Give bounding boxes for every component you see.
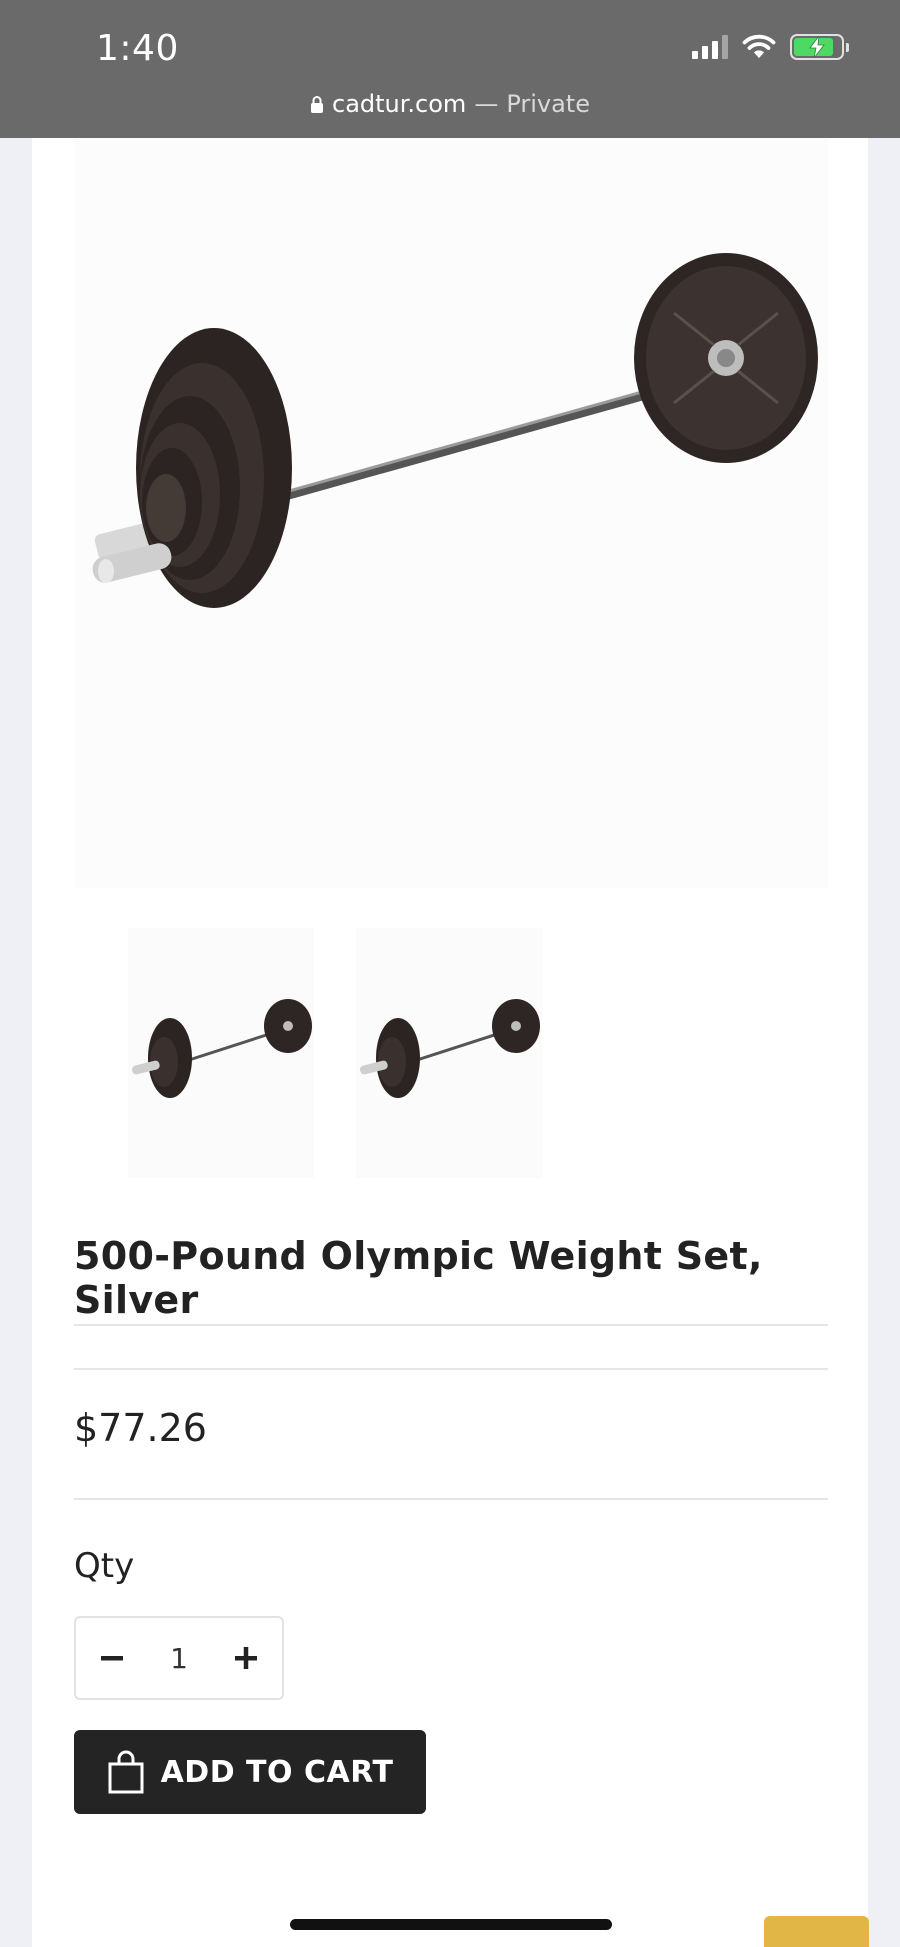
scroll-to-top-button[interactable] xyxy=(764,1916,869,1947)
plus-icon xyxy=(234,1647,257,1669)
quantity-stepper: 1 xyxy=(74,1616,284,1700)
signal-icon xyxy=(692,35,728,59)
private-mode-label: Private xyxy=(506,90,590,118)
divider xyxy=(74,1324,828,1326)
product-thumbnail[interactable] xyxy=(356,928,542,1178)
decrement-button[interactable] xyxy=(94,1640,130,1676)
wifi-icon xyxy=(742,34,776,58)
product-title: 500-Pound Olympic Weight Set, Silver xyxy=(74,1234,763,1322)
minus-icon xyxy=(101,1656,123,1661)
divider xyxy=(74,1368,828,1370)
quantity-label: Qty xyxy=(74,1546,135,1586)
lock-icon xyxy=(311,96,323,113)
shopping-bag-icon xyxy=(108,1750,144,1794)
address-bar[interactable]: cadtur.com — Private xyxy=(0,90,900,118)
browser-top-bar: 1:40 cadtur.com — Private xyxy=(0,0,900,138)
url-domain: cadtur.com xyxy=(332,90,467,118)
product-thumbnails xyxy=(128,928,542,1178)
add-to-cart-button[interactable]: ADD TO CART xyxy=(74,1730,426,1814)
battery-charging-icon xyxy=(790,34,849,60)
increment-button[interactable] xyxy=(228,1640,264,1676)
add-to-cart-label: ADD TO CART xyxy=(160,1754,394,1790)
product-thumbnail[interactable] xyxy=(128,928,314,1178)
url-separator: — xyxy=(474,90,499,118)
status-icons xyxy=(692,34,849,60)
product-main-image[interactable] xyxy=(74,138,828,888)
product-price: $77.26 xyxy=(74,1406,207,1450)
home-indicator[interactable] xyxy=(290,1919,612,1930)
divider xyxy=(74,1498,828,1500)
product-page: 500-Pound Olympic Weight Set, Silver $77… xyxy=(32,138,869,1947)
status-time: 1:40 xyxy=(96,28,179,69)
quantity-input[interactable]: 1 xyxy=(170,1642,188,1675)
